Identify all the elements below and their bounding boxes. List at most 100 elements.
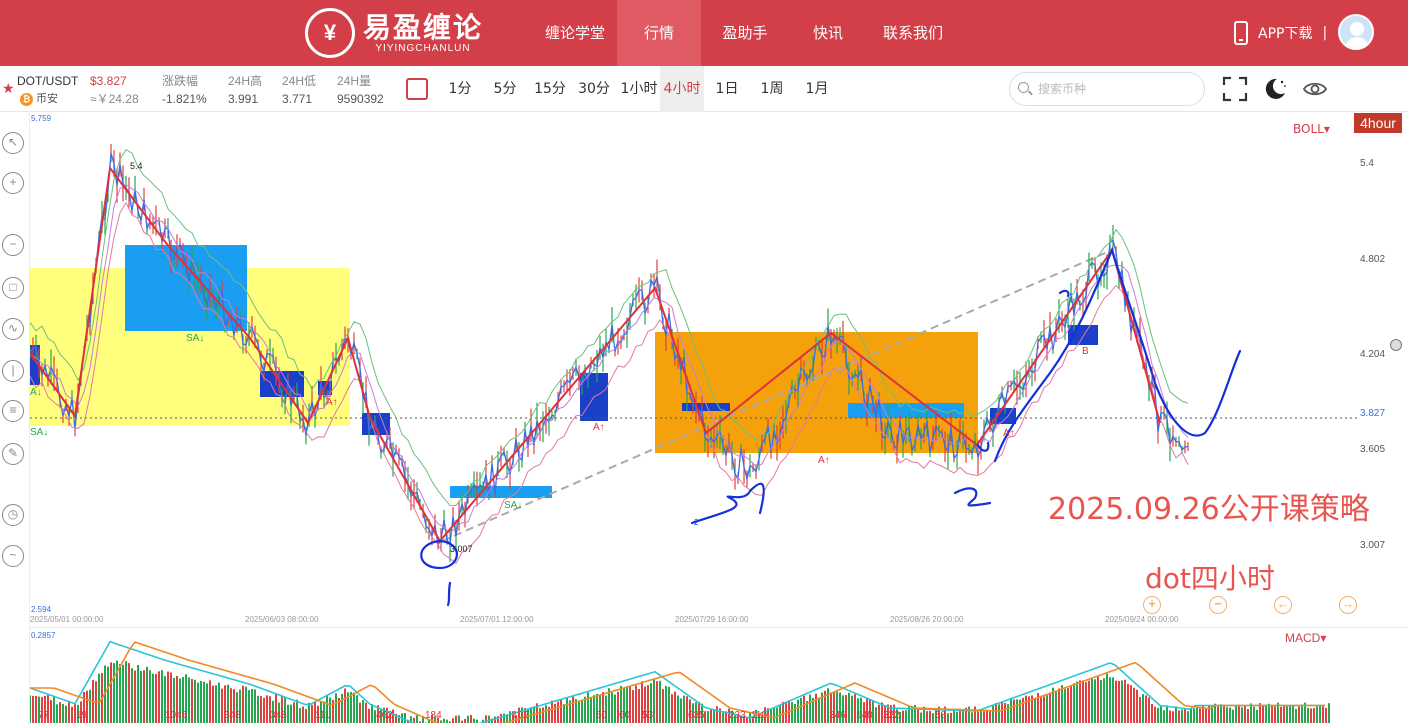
signal-label: SA↓	[504, 500, 522, 511]
price-chart[interactable]: 5.4 3.007 SA↓ SA↓ A↓ SA↓ A↑ A↑ A↑ A↑ B 2	[30, 113, 1408, 615]
logo[interactable]: ¥ 易盈缠论 YIYINGCHANLUN	[305, 8, 515, 58]
hand-drawn-mark	[993, 246, 1242, 463]
change-label: 涨跌幅	[162, 74, 199, 88]
dark-mode-icon[interactable]	[1262, 76, 1288, 102]
signal-label: A↑	[818, 455, 830, 466]
macd-value-label: 53	[642, 710, 654, 721]
signal-label: A↑	[1003, 428, 1015, 439]
nav-separator: |	[1322, 25, 1328, 41]
zoom-in-button[interactable]: +	[1143, 596, 1161, 614]
logo-subtitle: YIYINGCHANLUN	[375, 42, 471, 54]
macd-value-label: 60	[596, 710, 608, 721]
period-1m[interactable]: 1分	[446, 78, 474, 100]
macd-value-label: 102	[512, 710, 529, 721]
macd-value-label: 110	[751, 710, 767, 721]
period-1mo[interactable]: 1月	[802, 78, 832, 100]
exchange-name: 币安	[36, 93, 58, 105]
hand-drawn-mark	[1058, 289, 1070, 298]
period-4h[interactable]: 4小时	[660, 66, 704, 112]
scroll-left-button[interactable]: ←	[1274, 596, 1292, 614]
eye-icon[interactable]	[1302, 76, 1328, 102]
ticker-price: $3.827	[90, 74, 127, 88]
price-axis-label: 4.802	[1360, 254, 1386, 265]
pivot-high-label: 5.4	[130, 161, 143, 171]
bitcoin-icon: ₿	[20, 93, 33, 106]
date-tick: 2025/07/29 16:00:00	[675, 615, 749, 624]
macd-value-label: 58	[935, 710, 947, 721]
alarm-tool-icon[interactable]: ◷	[2, 504, 24, 526]
nav-item-assistant[interactable]: 盈助手	[705, 0, 785, 66]
app-download-link[interactable]: APP下载 |	[1234, 20, 1327, 46]
period-1h[interactable]: 1小时	[618, 78, 660, 100]
vol-label: 24H量	[337, 74, 372, 88]
top-nav: ¥ 易盈缠论 YIYINGCHANLUN 缠论学堂 行情 盈助手 快讯 联系我们…	[0, 0, 1408, 66]
price-axis-label: 5.4	[1360, 158, 1374, 169]
hand-mark-label: 2	[694, 518, 699, 527]
fib-tool-icon[interactable]: ≡	[2, 400, 24, 422]
macd-value-label: 148	[856, 710, 873, 721]
star-icon[interactable]: ★	[2, 80, 15, 97]
price-scale-handle[interactable]	[1390, 339, 1402, 351]
period-5m[interactable]: 5分	[490, 78, 520, 100]
price-axis-label: 3.007	[1360, 540, 1386, 551]
nav-item-contact[interactable]: 联系我们	[870, 0, 956, 66]
nav-item-school[interactable]: 缠论学堂	[530, 0, 620, 66]
date-tick: 2025/08/26 20:00:00	[890, 615, 964, 624]
date-tick: 2025/09/24 00:00:00	[1105, 615, 1179, 624]
wave-tool-icon[interactable]: ~	[2, 545, 24, 567]
macd-value-label: 60	[619, 710, 631, 721]
macd-indicator-dropdown[interactable]: MACD▾	[1285, 631, 1326, 645]
macd-value-label: 348	[224, 710, 241, 721]
change-value: -1.821%	[162, 92, 207, 106]
hand-drawn-mark	[976, 441, 990, 452]
nav-item-news[interactable]: 快讯	[796, 0, 860, 66]
macd-value-label: 346	[829, 710, 846, 721]
search-box[interactable]	[1009, 72, 1205, 106]
nav-item-market[interactable]: 行情	[617, 0, 701, 66]
high-label: 24H高	[228, 74, 263, 88]
macd-value-label: 348	[270, 710, 287, 721]
avatar[interactable]	[1338, 14, 1374, 50]
ticker-symbol[interactable]: DOT/USDT	[17, 73, 78, 89]
current-price-label: 3.827	[1360, 408, 1386, 419]
period-30m[interactable]: 30分	[576, 78, 612, 100]
fullscreen-icon[interactable]	[1222, 76, 1248, 102]
scale-bottom-label: 2.594	[31, 605, 52, 614]
vol-value: 9590392	[337, 92, 384, 106]
vline-tool-icon[interactable]: |	[2, 360, 24, 382]
logo-title: 易盈缠论	[363, 10, 484, 44]
crosshair-tool-icon[interactable]: +	[2, 172, 24, 194]
macd-chart[interactable]: 77 19 1046 348 348 111 462 184 102 60 60 53 635 233 11…	[30, 628, 1408, 723]
price-axis-label: 3.605	[1360, 444, 1386, 455]
macd-value-label: 111	[315, 710, 331, 721]
app-download-label: APP下载	[1258, 26, 1313, 42]
zoom-out-button[interactable]: −	[1209, 596, 1227, 614]
date-axis: 2025/05/01 00:00:00 2025/06/03 08:00:00 …	[30, 615, 1360, 627]
logo-badge-icon: ¥	[305, 8, 355, 58]
hand-drawn-mark	[446, 581, 452, 607]
hline-tool-icon[interactable]: −	[2, 234, 24, 256]
cursor-tool-icon[interactable]: ↖	[2, 132, 24, 154]
pencil-tool-icon[interactable]: ✎	[2, 443, 24, 465]
period-1w[interactable]: 1周	[757, 78, 787, 100]
boll-indicator-dropdown[interactable]: BOLL▾	[1293, 122, 1330, 136]
period-15m[interactable]: 15分	[532, 78, 568, 100]
ticker-cny: ≈￥24.28	[90, 92, 139, 106]
macd-value-label: 635	[688, 710, 705, 721]
search-icon	[1018, 82, 1029, 93]
trend-tool-icon[interactable]: ∿	[2, 318, 24, 340]
signal-label: SA↓	[30, 427, 48, 438]
range-box-orange	[655, 332, 978, 453]
signal-label: SA↓	[186, 333, 204, 344]
signal-label: A↓	[30, 387, 42, 398]
timeframe-annotation: dot四小时	[1145, 562, 1275, 595]
rect-tool-icon[interactable]: □	[2, 277, 24, 299]
hand-drawn-mark	[690, 482, 765, 525]
macd-value-label: 462	[376, 710, 393, 721]
draw-square-button[interactable]	[406, 78, 428, 100]
macd-value-label: 77	[38, 710, 50, 721]
search-input[interactable]	[1038, 79, 1198, 99]
ticker-bar: ★ DOT/USDT $3.827 ₿ 币安 ≈￥24.28 涨跌幅 -1.82…	[0, 66, 1408, 112]
scroll-right-button[interactable]: →	[1339, 596, 1357, 614]
period-1d[interactable]: 1日	[713, 78, 741, 100]
